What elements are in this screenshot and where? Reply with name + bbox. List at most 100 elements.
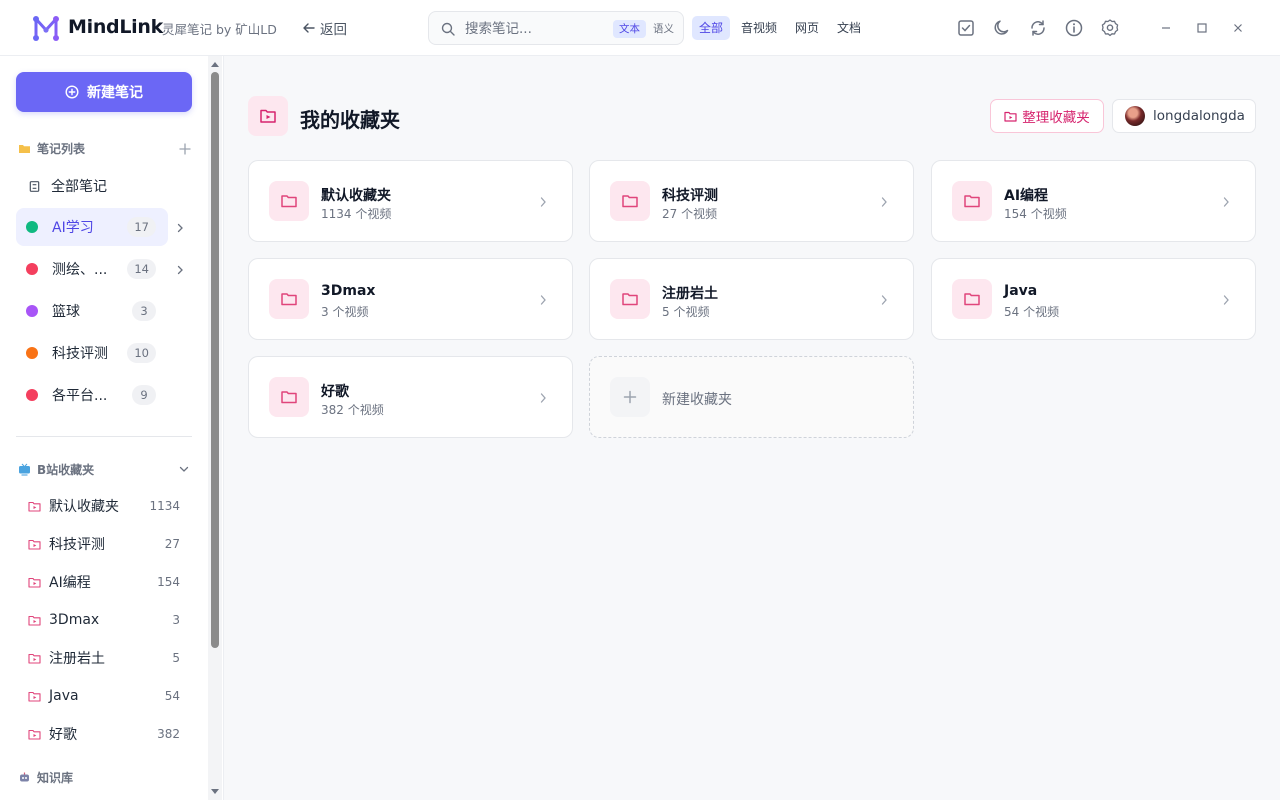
- info-icon[interactable]: [1064, 18, 1084, 38]
- category-label: 测绘、...: [52, 262, 108, 278]
- category-color-dot: [26, 221, 38, 233]
- filter-av[interactable]: 音视频: [734, 16, 784, 40]
- folder-card[interactable]: 注册岩土 5 个视频: [589, 258, 914, 340]
- checkbox-icon[interactable]: [956, 18, 976, 38]
- organize-favorites-label: 整理收藏夹: [1022, 110, 1090, 126]
- bili-folder-item[interactable]: AI编程 154: [16, 565, 192, 599]
- kb-section-header[interactable]: 知识库: [18, 769, 73, 786]
- folder-video-count: 154 个视频: [1004, 207, 1067, 221]
- gear-icon[interactable]: [1100, 18, 1120, 38]
- robot-icon: [20, 772, 29, 782]
- folder-card[interactable]: 好歌 382 个视频: [248, 356, 573, 438]
- bili-folder-item[interactable]: 注册岩土 5: [16, 641, 192, 675]
- category-item[interactable]: 测绘、... 14: [16, 250, 168, 288]
- bili-folder-count: 54: [164, 689, 180, 703]
- category-count: 10: [127, 343, 156, 363]
- filter-doc[interactable]: 文档: [830, 16, 868, 40]
- video-folder-icon: [28, 615, 41, 626]
- folder-video-count: 382 个视频: [321, 403, 384, 417]
- category-count: 3: [132, 301, 156, 321]
- category-label: 科技评测: [52, 346, 108, 362]
- folder-icon: [281, 293, 297, 306]
- app-brand: MindLink: [68, 16, 163, 38]
- video-folder-icon: [28, 653, 41, 664]
- new-note-button[interactable]: 新建笔记: [16, 72, 192, 112]
- category-item[interactable]: AI学习 17: [16, 208, 168, 246]
- bili-section-header[interactable]: B站收藏夹: [18, 461, 94, 478]
- search-input[interactable]: [465, 19, 605, 39]
- folder-icon: [964, 195, 980, 208]
- search-box: 文本 语义: [428, 11, 684, 45]
- new-folder-card[interactable]: 新建收藏夹: [589, 356, 914, 438]
- chevron-right-icon[interactable]: [175, 265, 185, 275]
- avatar: [1125, 106, 1145, 126]
- video-folder-icon: [28, 691, 41, 702]
- filter-web[interactable]: 网页: [788, 16, 826, 40]
- video-folder-icon: [28, 729, 41, 740]
- add-category-plus-icon[interactable]: [178, 142, 192, 156]
- bili-folder-item[interactable]: 默认收藏夹 1134: [16, 489, 192, 523]
- folder-video-count: 1134 个视频: [321, 207, 392, 221]
- page-title: 我的收藏夹: [300, 108, 400, 132]
- filter-all[interactable]: 全部: [692, 16, 731, 40]
- user-account-button[interactable]: longdalongda: [1112, 99, 1256, 133]
- bili-folder-item[interactable]: 科技评测 27: [16, 527, 192, 561]
- folder-icon-box: [610, 279, 650, 319]
- chevron-right-icon: [540, 295, 546, 305]
- folder-icon: [281, 391, 297, 404]
- organize-favorites-button[interactable]: 整理收藏夹: [990, 99, 1104, 133]
- folder-card[interactable]: 科技评测 27 个视频: [589, 160, 914, 242]
- refresh-icon[interactable]: [1028, 18, 1048, 38]
- folder-card[interactable]: Java 54 个视频: [931, 258, 1256, 340]
- chevron-down-icon[interactable]: [178, 463, 190, 475]
- folder-name: 好歌: [321, 384, 349, 400]
- back-button[interactable]: 返回: [302, 18, 347, 38]
- bili-folder-count: 5: [172, 651, 180, 665]
- folder-name: 默认收藏夹: [321, 188, 391, 204]
- nav-all-notes[interactable]: 全部笔记: [16, 167, 168, 205]
- moon-icon[interactable]: [992, 18, 1012, 38]
- bili-folder-item[interactable]: Java 54: [16, 679, 192, 713]
- search-mode-text[interactable]: 文本: [613, 20, 646, 38]
- mindlink-logo-icon: [33, 16, 59, 41]
- video-folder-icon: [28, 501, 41, 512]
- bili-folder-label: 好歌: [49, 727, 77, 743]
- bili-folder-label: 科技评测: [49, 537, 105, 553]
- plus-icon: [623, 390, 637, 404]
- folder-name: Java: [1004, 283, 1038, 299]
- bili-folder-item[interactable]: 好歌 382: [16, 717, 192, 751]
- chevron-right-icon: [540, 393, 546, 403]
- sidebar-scroll-thumb[interactable]: [211, 72, 219, 648]
- sidebar: 新建笔记 笔记列表 全部笔记 AI学习 17 测绘、... 14 篮球 3 科技…: [0, 56, 224, 800]
- bili-folder-item[interactable]: 3Dmax 3: [16, 603, 192, 637]
- scroll-up-icon[interactable]: [210, 60, 220, 68]
- category-item[interactable]: 科技评测 10: [16, 334, 168, 372]
- chevron-right-icon: [1223, 295, 1229, 305]
- plus-icon-box: [610, 377, 650, 417]
- bili-folder-count: 3: [172, 613, 180, 627]
- category-label: AI学习: [52, 220, 94, 236]
- new-note-label: 新建笔记: [87, 85, 143, 101]
- close-icon[interactable]: [1228, 18, 1248, 38]
- maximize-icon[interactable]: [1192, 18, 1212, 38]
- folder-icon: [964, 293, 980, 306]
- folder-card[interactable]: 3Dmax 3 个视频: [248, 258, 573, 340]
- chevron-right-icon: [881, 295, 887, 305]
- folder-card[interactable]: 默认收藏夹 1134 个视频: [248, 160, 573, 242]
- folder-card[interactable]: AI编程 154 个视频: [931, 160, 1256, 242]
- bili-folder-count: 382: [157, 727, 180, 741]
- folder-name: 3Dmax: [321, 283, 376, 299]
- category-item[interactable]: 各平台... 9: [16, 376, 168, 414]
- scroll-down-icon[interactable]: [210, 788, 220, 796]
- category-count: 17: [127, 217, 156, 237]
- bili-folder-label: 默认收藏夹: [49, 499, 119, 515]
- folder-name: 科技评测: [662, 188, 718, 204]
- search-mode-semantic[interactable]: 语义: [649, 20, 678, 38]
- minimize-icon[interactable]: [1156, 18, 1176, 38]
- video-folder-icon: [28, 577, 41, 588]
- category-label: 篮球: [52, 304, 80, 320]
- new-folder-label: 新建收藏夹: [662, 392, 732, 408]
- page-header-icon: [248, 96, 288, 136]
- chevron-right-icon[interactable]: [175, 223, 185, 233]
- category-item[interactable]: 篮球 3: [16, 292, 168, 330]
